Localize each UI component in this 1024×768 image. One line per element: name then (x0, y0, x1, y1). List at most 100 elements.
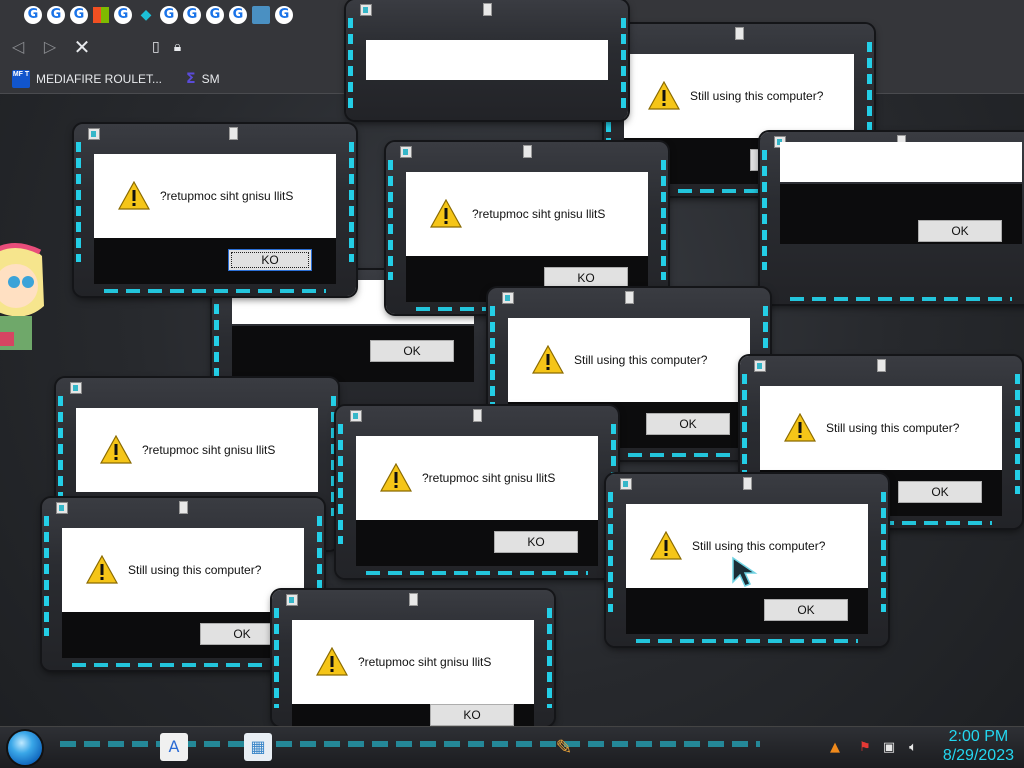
still-using-dialog[interactable] (346, 0, 628, 120)
warning-icon (316, 647, 348, 676)
dialog-body: ?retupmoc siht gnisu llitS (292, 620, 534, 704)
dialog-footer: OK (232, 326, 474, 382)
google-tab-icon[interactable]: G (47, 6, 65, 24)
tray-flag-icon[interactable]: ⚑ (856, 739, 874, 757)
title-bar-marker (179, 501, 188, 514)
warning-icon (100, 435, 132, 464)
dialog-body: Still using this computer? (760, 386, 1002, 470)
back-arrow-icon[interactable]: ◁ (4, 33, 32, 61)
warning-icon (650, 531, 682, 560)
still-using-dialog[interactable]: OK (760, 132, 1024, 304)
cyan-frame-accent (338, 424, 343, 544)
start-button[interactable] (8, 731, 42, 765)
ko-button[interactable]: KO (544, 267, 628, 289)
dialog-message: ?retupmoc siht gnisu llitS (142, 443, 276, 457)
system-clock[interactable]: 2:00 PM 8/29/2023 (943, 727, 1014, 765)
cyan-frame-accent (1015, 374, 1020, 494)
cyan-frame-accent (76, 142, 81, 262)
dialog-body: Still using this computer? (62, 528, 304, 612)
dialog-footer: OK (626, 588, 868, 634)
cyan-frame-accent (44, 516, 49, 636)
dialog-footer: OK (62, 612, 304, 658)
dialog-footer: OK (780, 184, 1022, 244)
dialog-body: ?retupmoc siht gnisu llitS (356, 436, 598, 520)
google-tab-icon[interactable]: G (160, 6, 178, 24)
google-tab-icon[interactable]: G (24, 6, 42, 24)
dialog-body: Still using this computer? (508, 318, 750, 402)
bookmark-mediafire-roulette[interactable]: MEDIAFIRE ROULET... (36, 72, 162, 86)
cyan-frame-accent (72, 663, 294, 667)
ok-button[interactable]: OK (764, 599, 848, 621)
warning-icon (784, 413, 816, 442)
paint-icon[interactable]: ✎ (550, 733, 578, 761)
windows-tab-icon[interactable] (93, 7, 109, 23)
ok-button[interactable]: OK (898, 481, 982, 503)
volume-icon[interactable]: 🔈︎ (904, 739, 922, 757)
ok-button[interactable]: OK (918, 220, 1002, 242)
ok-button[interactable]: OK (646, 413, 730, 435)
window-app-icon (754, 360, 766, 372)
title-bar-marker (877, 359, 886, 372)
wordpad-icon[interactable]: A (160, 733, 188, 761)
title-bar-marker (743, 477, 752, 490)
cyan-frame-accent (348, 18, 353, 108)
window-app-icon (286, 594, 298, 606)
window-app-icon (88, 128, 100, 140)
google-tab-icon[interactable]: G (114, 6, 132, 24)
reversed-dialog[interactable]: ?retupmoc siht gnisu llitS KO (272, 590, 554, 726)
warning-icon (648, 81, 680, 110)
window-app-icon (400, 146, 412, 158)
warning-icon (118, 181, 150, 210)
dialog-message: Still using this computer? (574, 353, 708, 367)
title-bar-marker (229, 127, 238, 140)
window-app-icon (620, 478, 632, 490)
omnibox-icons: ▯ 🔒︎ (152, 39, 181, 55)
dialog-footer: KO (94, 238, 336, 284)
reversed-dialog[interactable]: ?retupmoc siht gnisu llitS KO (74, 124, 356, 296)
cartoon-avatar-image (0, 243, 44, 350)
image-tab-icon[interactable] (252, 6, 270, 24)
dialog-message: ?retupmoc siht gnisu llitS (472, 207, 606, 221)
cyan-frame-accent (274, 608, 279, 708)
stop-x-icon[interactable]: ✕ (68, 33, 96, 61)
title-bar-marker (409, 593, 418, 606)
cyan-frame-accent (790, 297, 1012, 301)
dialog-footer: KO (292, 704, 534, 726)
reversed-dialog[interactable]: ?retupmoc siht gnisu llitS KO (336, 406, 618, 578)
google-tab-icon[interactable]: G (70, 6, 88, 24)
cyan-frame-accent (366, 571, 588, 575)
forward-arrow-icon[interactable]: ▷ (36, 33, 64, 61)
cyan-frame-accent (762, 150, 767, 270)
ok-button[interactable]: OK (370, 340, 454, 362)
network-icon[interactable]: ▣ (880, 739, 898, 757)
cyan-frame-accent (881, 492, 886, 612)
window-app-icon (70, 382, 82, 394)
cyan-frame-accent (636, 639, 858, 643)
google-tab-icon[interactable]: G (275, 6, 293, 24)
google-tab-icon[interactable]: G (206, 6, 224, 24)
bookmark-icon[interactable]: ▯ (152, 39, 160, 55)
clock-date: 8/29/2023 (942, 747, 1014, 764)
dialog-body (366, 40, 608, 80)
cyan-frame-accent (547, 608, 552, 708)
dialog-message: Still using this computer? (692, 539, 826, 553)
window-app-icon (56, 502, 68, 514)
cyan-frame-accent (388, 160, 393, 280)
diamond-tab-icon[interactable]: ◆ (137, 6, 155, 24)
ko-button[interactable]: KO (494, 531, 578, 553)
dialog-body: Still using this computer? (624, 54, 854, 138)
ko-button[interactable]: KO (228, 249, 312, 271)
title-bar-marker (735, 27, 744, 40)
google-tab-icon[interactable]: G (229, 6, 247, 24)
warning-icon (430, 199, 462, 228)
lock-icon[interactable]: 🔒︎ (174, 39, 181, 55)
warning-icon (86, 555, 118, 584)
tray-flame-icon[interactable]: ▲ (826, 739, 844, 757)
monitor-app-icon[interactable]: ▦ (244, 733, 272, 761)
cyan-frame-accent (349, 142, 354, 262)
mediafire-bookmark-icon: MF T (12, 69, 30, 88)
google-tab-icon[interactable]: G (183, 6, 201, 24)
bookmark-sm[interactable]: SM (202, 72, 220, 86)
dialog-footer: KO (356, 520, 598, 566)
ko-button[interactable]: KO (430, 704, 514, 726)
